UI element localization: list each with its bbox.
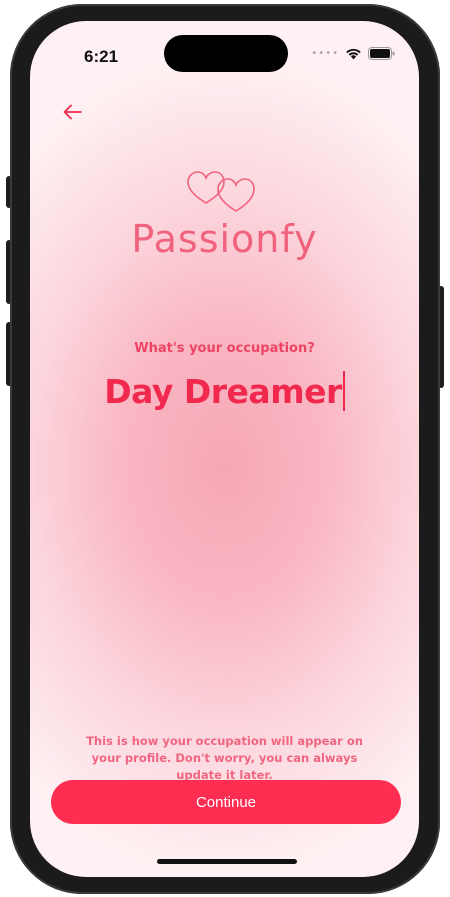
helper-text: This is how your occupation will appear … [86, 734, 363, 782]
battery-icon [368, 47, 395, 60]
status-icons: •••• [311, 47, 395, 60]
arrow-left-icon [63, 104, 82, 120]
app-name: Passionfy [131, 217, 318, 261]
signal-dots-icon: •••• [311, 48, 339, 59]
wifi-icon [346, 48, 361, 60]
occupation-value[interactable]: Day Dreamer [104, 372, 342, 411]
continue-button[interactable]: Continue [51, 780, 401, 824]
question-label: What's your occupation? [134, 341, 315, 356]
phone-frame: 6:21 •••• Passionfy What's your occupati… [10, 4, 440, 894]
screen: 6:21 •••• Passionfy What's your occupati… [30, 21, 419, 877]
occupation-field[interactable]: Day Dreamer [30, 371, 419, 411]
two-hearts-icon [187, 171, 255, 212]
back-button[interactable] [60, 99, 86, 125]
text-caret [342, 371, 345, 411]
page: 6:21 •••• Passionfy What's your occupati… [0, 0, 450, 897]
home-indicator[interactable] [157, 859, 297, 864]
dynamic-island [164, 35, 288, 72]
status-time: 6:21 [84, 47, 119, 66]
